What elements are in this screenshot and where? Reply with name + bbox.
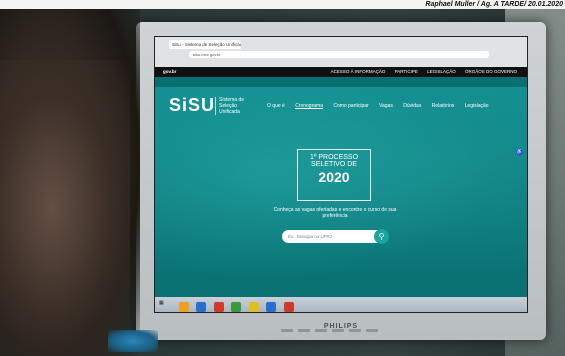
nav-item[interactable]: Como participar	[333, 103, 368, 109]
nav-item[interactable]: Legislação	[465, 103, 489, 109]
badge-line2: SELETIVO DE	[311, 161, 357, 168]
monitor-button[interactable]	[349, 329, 361, 332]
app-icon[interactable]	[213, 302, 224, 312]
browser-chrome: Sisu - Sistema de Seleção Unificada sisu…	[155, 37, 527, 67]
sisu-logo: SiSU	[169, 95, 216, 115]
gov-link[interactable]: ACESSO À INFORMAÇÃO	[331, 69, 386, 74]
gov-link[interactable]: LEGISLAÇÃO	[427, 69, 456, 74]
nav-item[interactable]: Relatórios	[432, 103, 455, 109]
monitor-button[interactable]	[298, 329, 310, 332]
gov-link[interactable]: ÓRGÃOS DO GOVERNO	[465, 69, 517, 74]
photo-credit: Raphael Muller / Ag. A TARDE/ 20.01.2020	[0, 0, 565, 9]
start-button[interactable]: ▦	[159, 300, 164, 306]
gov-bar: gov.br ACESSO À INFORMAÇÃO PARTICIPE LEG…	[155, 67, 527, 77]
browser-tab[interactable]: Sisu - Sistema de Seleção Unificada	[169, 40, 241, 49]
search-placeholder: Ex.: Biologia ou UFRJ	[288, 234, 333, 239]
person-shoulder-blurred	[0, 60, 130, 356]
nav-item[interactable]: Dúvidas	[403, 103, 421, 109]
monitor-button[interactable]	[281, 329, 293, 332]
site-brand[interactable]: SiSU Sistema de Seleção Unificada	[169, 95, 244, 116]
gov-links: ACESSO À INFORMAÇÃO PARTICIPE LEGISLAÇÃO…	[323, 69, 517, 74]
gov-brand[interactable]: gov.br	[163, 69, 176, 74]
badge-line1: 1º PROCESSO	[309, 154, 359, 161]
monitor-button[interactable]	[315, 329, 327, 332]
badge-year: 2020	[318, 169, 350, 185]
nav-item-active[interactable]: Cronograma	[295, 103, 323, 109]
main-nav: O que é Cronograma Como participar Vagas…	[267, 103, 498, 109]
app-icon[interactable]	[283, 302, 294, 312]
gov-link[interactable]: PARTICIPE	[395, 69, 418, 74]
app-icon[interactable]	[196, 302, 207, 312]
taskbar-apps	[179, 299, 297, 312]
monitor-buttons	[281, 319, 383, 337]
monitor-button[interactable]	[366, 329, 378, 332]
monitor-screen: Sisu - Sistema de Seleção Unificada sisu…	[154, 36, 528, 313]
search-icon[interactable]: ⚲	[374, 229, 389, 244]
app-icon[interactable]	[179, 302, 189, 312]
windows-taskbar: ▦	[155, 297, 527, 312]
intro-text: Conheça as vagas ofertadas e encontre o …	[273, 207, 397, 219]
course-search-input[interactable]: Ex.: Biologia ou UFRJ ⚲	[282, 229, 389, 244]
app-icon[interactable]	[231, 302, 242, 312]
computer-monitor: Sisu - Sistema de Seleção Unificada sisu…	[136, 22, 546, 340]
monitor-button[interactable]	[332, 329, 344, 332]
app-icon[interactable]	[248, 302, 259, 312]
address-bar[interactable]: sisu.mec.gov.br	[189, 51, 489, 58]
desk-object	[108, 330, 158, 352]
site-tagline: Sistema de Seleção Unificada	[215, 97, 259, 115]
accessibility-bar	[155, 77, 527, 87]
process-badge: 1º PROCESSO SELETIVO DE 2020	[297, 149, 371, 201]
nav-item[interactable]: O que é	[267, 103, 285, 109]
app-icon[interactable]	[266, 302, 277, 312]
nav-item[interactable]: Vagas	[379, 103, 393, 109]
accessibility-icon[interactable]: ♿	[516, 149, 523, 156]
